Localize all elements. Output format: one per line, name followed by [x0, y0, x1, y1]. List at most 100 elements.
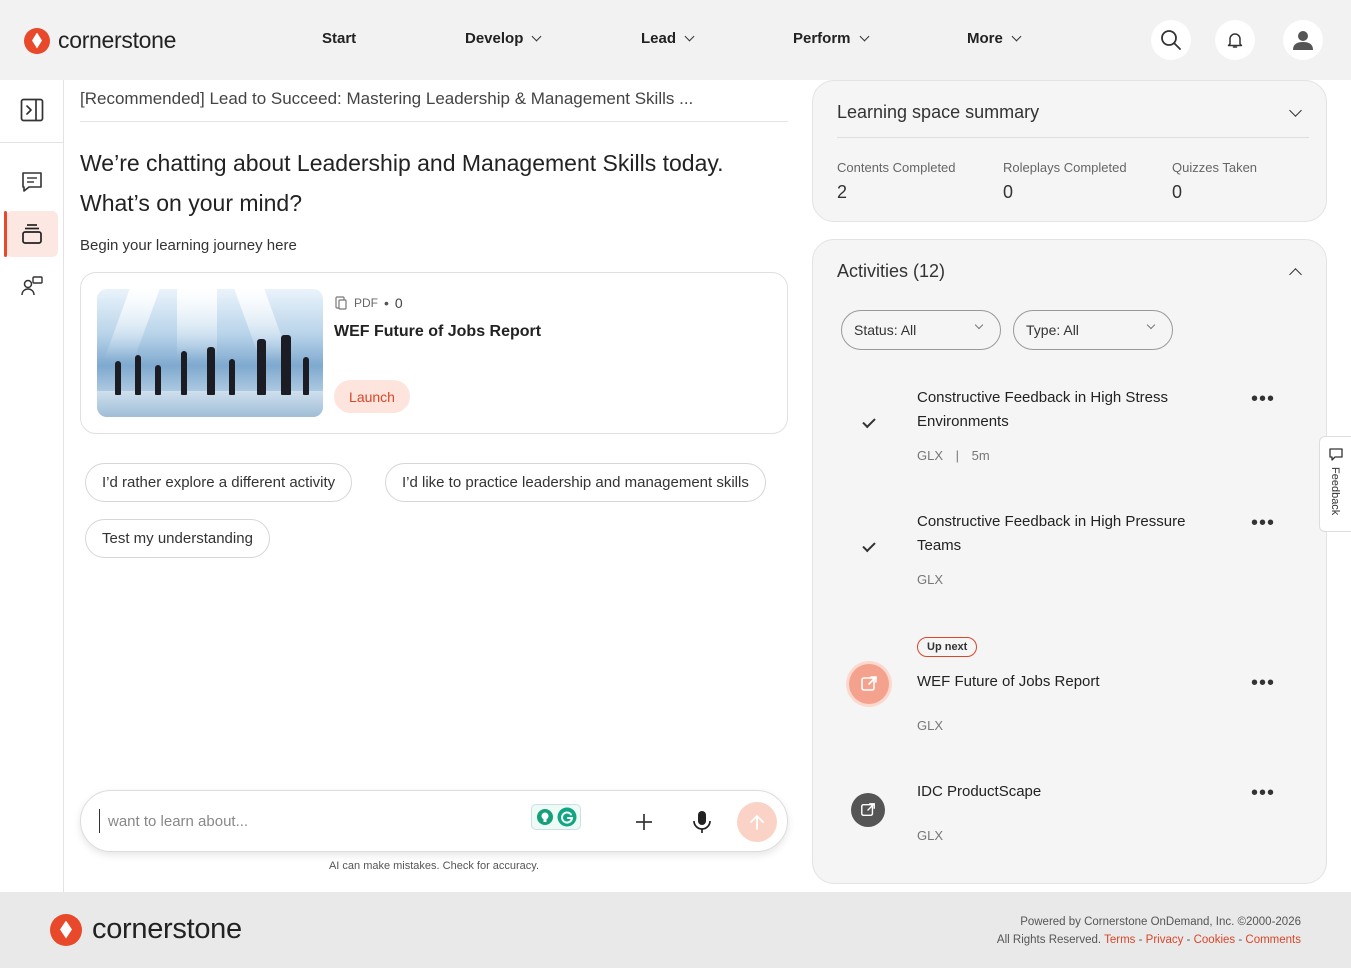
- summary-collapse-button[interactable]: [1287, 103, 1307, 119]
- rail-coach-button[interactable]: [6, 263, 58, 309]
- stat-contents-label: Contents Completed: [837, 160, 956, 175]
- bulb-icon: [536, 809, 553, 825]
- type-filter-value: Type: All: [1026, 322, 1079, 338]
- user-icon: [1293, 31, 1313, 50]
- nav-more[interactable]: More: [967, 30, 1022, 47]
- cookies-link[interactable]: Cookies: [1194, 934, 1236, 946]
- voice-input-button[interactable]: [691, 809, 713, 835]
- activity-title: Constructive Feedback in High Pressure T…: [917, 513, 1186, 554]
- activity-duration: 5m: [971, 448, 990, 463]
- stat-quizzes-value: 0: [1172, 182, 1183, 202]
- begin-journey-text: Begin your learning journey here: [80, 237, 297, 254]
- rail-divider: [0, 142, 63, 143]
- nav-perform[interactable]: Perform: [793, 30, 869, 47]
- chevron-down-icon: [1011, 31, 1022, 42]
- cornerstone-logo[interactable]: cornerstone: [24, 27, 176, 54]
- meta-separator-dot: •: [384, 295, 389, 311]
- user-avatar[interactable]: [1283, 20, 1323, 60]
- chat-icon: [22, 172, 42, 192]
- plus-icon: [636, 814, 652, 830]
- chat-main: [Recommended] Lead to Succeed: Mastering…: [64, 80, 804, 892]
- link-separator: -: [1135, 934, 1146, 946]
- send-button[interactable]: [737, 802, 777, 842]
- activities-panel: Activities (12) Status: All Type: All Co…: [812, 239, 1327, 884]
- chevron-down-icon: [859, 31, 869, 42]
- cornerstone-logo-icon: [50, 913, 82, 946]
- external-link-icon: [851, 793, 885, 827]
- learning-space-breadcrumb: [Recommended] Lead to Succeed: Mastering…: [80, 89, 788, 122]
- more-options-icon[interactable]: •••: [1251, 672, 1275, 695]
- left-rail: [0, 80, 64, 892]
- footer-links: All Rights Reserved. Terms - Privacy - C…: [997, 931, 1301, 949]
- comments-link[interactable]: Comments: [1245, 934, 1301, 946]
- greeting-line-1: We’re chatting about Leadership and Mana…: [80, 150, 724, 176]
- terms-link[interactable]: Terms: [1104, 934, 1135, 946]
- checkmark-icon: [862, 414, 876, 429]
- status-filter-value: Status: All: [854, 322, 917, 338]
- more-options-icon[interactable]: •••: [1251, 512, 1275, 535]
- stack-icon: [22, 224, 42, 244]
- activities-collapse-button[interactable]: [1287, 264, 1307, 281]
- stat-roleplays-value: 0: [1003, 182, 1014, 202]
- footer-rights: All Rights Reserved.: [996, 934, 1102, 946]
- type-filter-select[interactable]: Type: All: [1013, 310, 1173, 350]
- notifications-button[interactable]: [1215, 20, 1255, 60]
- rail-chat-button[interactable]: [6, 159, 58, 205]
- greeting-heading: We’re chatting about Leadership and Mana…: [80, 143, 780, 223]
- chevron-down-icon: [531, 31, 542, 42]
- footer-powered-by: Powered by Cornerstone OnDemand, Inc. ©2…: [1020, 916, 1301, 928]
- chevron-down-icon: [974, 320, 984, 330]
- nav-more-label: More: [967, 30, 1003, 47]
- cornerstone-logo-icon: [24, 27, 50, 54]
- footer-brand-name: cornerstone: [92, 913, 242, 945]
- nav-lead[interactable]: Lead: [641, 30, 695, 47]
- summary-title: Learning space summary: [837, 102, 1040, 122]
- search-button[interactable]: [1151, 20, 1191, 60]
- more-options-icon[interactable]: •••: [1251, 388, 1275, 411]
- launch-button[interactable]: Launch: [334, 380, 410, 413]
- more-options-icon[interactable]: •••: [1251, 782, 1275, 805]
- chat-input[interactable]: [99, 809, 499, 833]
- footer-legal: Powered by Cornerstone OnDemand, Inc. ©2…: [997, 913, 1301, 949]
- nav-develop-label: Develop: [465, 30, 524, 47]
- attach-button[interactable]: [633, 811, 655, 833]
- footer-logo[interactable]: cornerstone: [50, 913, 242, 946]
- nav-start-label: Start: [322, 30, 357, 47]
- suggestion-chip-test[interactable]: Test my understanding: [85, 519, 270, 558]
- checkmark-icon: [862, 538, 876, 553]
- brand-name: cornerstone: [58, 27, 177, 53]
- link-separator: -: [1235, 934, 1246, 946]
- suggestion-chip-practice[interactable]: I’d like to practice leadership and mana…: [385, 463, 766, 502]
- activity-provider: GLX: [917, 828, 944, 843]
- activity-title: IDC ProductScape: [917, 783, 1042, 800]
- activity-provider: GLX: [917, 572, 944, 587]
- external-link-icon: [849, 664, 889, 704]
- meta-separator: |: [955, 448, 960, 463]
- feedback-icon: [1329, 448, 1343, 461]
- up-next-badge: Up next: [917, 637, 978, 657]
- nav-lead-label: Lead: [641, 30, 677, 47]
- privacy-link[interactable]: Privacy: [1146, 934, 1184, 946]
- content-count: 0: [394, 295, 403, 311]
- coach-icon: [21, 276, 43, 296]
- content-card[interactable]: PDF • 0 WEF Future of Jobs Report Launch: [80, 272, 788, 434]
- arrow-up-icon: [750, 815, 764, 830]
- top-header: cornerstone Start Develop Lead Perform M…: [0, 0, 1351, 80]
- activities-title: Activities (12): [837, 261, 946, 281]
- activity-provider: GLX: [917, 448, 944, 463]
- toggle-sidebar-button[interactable]: [6, 87, 58, 133]
- nav-start[interactable]: Start: [322, 30, 356, 47]
- ai-disclaimer: AI can make mistakes. Check for accuracy…: [328, 860, 540, 872]
- status-filter-select[interactable]: Status: All: [841, 310, 1001, 350]
- suggestion-chip-explore[interactable]: I’d rather explore a different activity: [85, 463, 353, 502]
- search-icon: [1161, 30, 1181, 50]
- nav-develop[interactable]: Develop: [465, 30, 542, 47]
- grammarly-icon: [557, 807, 576, 827]
- rail-learning-space-button[interactable]: [4, 211, 58, 257]
- chat-input-box: [80, 790, 788, 852]
- feedback-tab[interactable]: Feedback: [1319, 436, 1351, 532]
- grammarly-widget[interactable]: [531, 804, 581, 830]
- stat-roleplays-label: Roleplays Completed: [1003, 160, 1127, 175]
- content-title: WEF Future of Jobs Report: [334, 323, 542, 340]
- feedback-label: Feedback: [1329, 467, 1341, 516]
